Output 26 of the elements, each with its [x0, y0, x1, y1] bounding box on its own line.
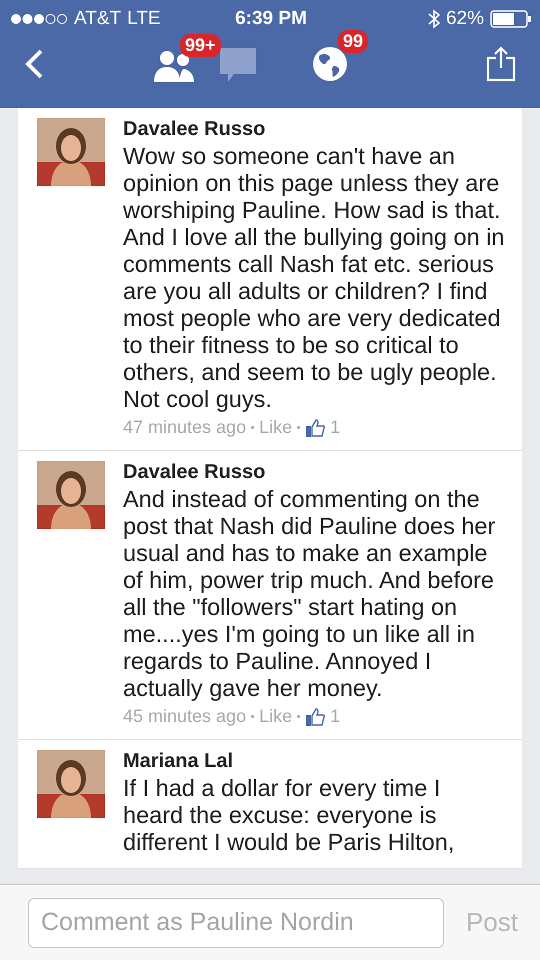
battery-icon	[490, 10, 532, 28]
author-name[interactable]: Davalee Russo	[123, 461, 266, 484]
status-time: 6:39 PM	[235, 8, 307, 30]
thumbs-up-icon	[305, 418, 326, 438]
comment-text: Wow so someone can't have an opinion on this page unless they are worshiping Pauline. How sad is that. And I love all the bullying going on in comments call Nash fat etc. serious are you all adults or children? I find most people who are very dedicated to their fitness to be so critical to others, and seem to be ugly people. Not cool guys.	[123, 143, 505, 413]
like-count: 1	[330, 417, 340, 438]
comment-text: And instead of commenting on the post that Nash did Pauline does her usual and has to make an example of him, power trip much. And before all the "followers" start hating on me....yes I'm going to un like all in regards to Pauline. Annoyed I actually gave her money.	[123, 486, 496, 702]
thumbs-up-icon	[305, 706, 326, 726]
comment-field[interactable]: Comment as Pauline Nordin	[28, 898, 444, 948]
network-label: LTE	[127, 8, 161, 30]
battery-percent: 62%	[446, 8, 484, 30]
like-count: 1	[330, 706, 340, 727]
notification-badge: 99	[338, 30, 368, 53]
back-button[interactable]	[24, 48, 44, 80]
globe-icon[interactable]	[312, 46, 348, 82]
comment-time: 47 minutes ago	[123, 417, 246, 438]
share-button[interactable]	[486, 46, 516, 82]
comment-time: 45 minutes ago	[123, 706, 246, 727]
signal-icon	[10, 13, 68, 25]
comment-text: If I had a dollar for every time I heard the excuse: everyone is different I would be Paris Hilton,	[123, 775, 456, 856]
notification-badge: 99+	[180, 34, 221, 57]
author-name[interactable]: Mariana Lal	[123, 750, 234, 773]
author-name[interactable]: Davalee Russo	[123, 118, 266, 141]
bluetooth-icon	[428, 9, 440, 29]
carrier-label: AT&T	[74, 8, 122, 30]
friends-icon[interactable]	[154, 50, 194, 82]
